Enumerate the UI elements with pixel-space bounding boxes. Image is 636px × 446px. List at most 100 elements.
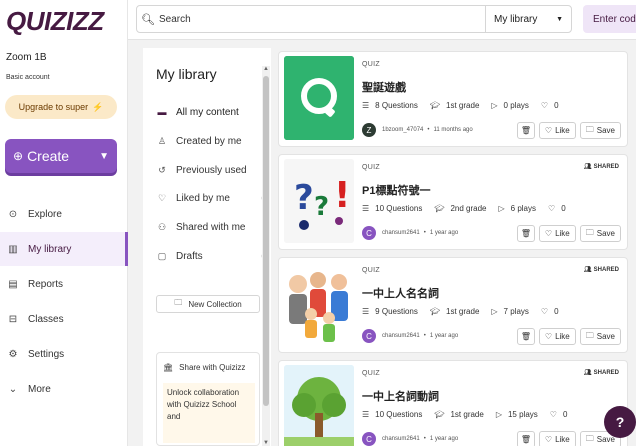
scrollbar-thumb[interactable] [263,76,269,406]
grade-level: 1st grade [450,410,484,419]
heart-icon: ♡ [540,101,549,110]
upgrade-button[interactable]: Upgrade to super ⚡ [5,95,117,119]
play-count: 6 plays [510,204,537,213]
delete-button[interactable]: 🗑︎ [516,431,535,446]
list-icon: ☰ [362,410,370,419]
quiz-title[interactable]: 聖誕遊戲 [362,79,406,95]
like-count: 0 [554,101,559,110]
shared-label: SHARED [593,163,619,170]
like-count: 0 [562,410,568,419]
quiz-card[interactable]: QUIZ 👥︎ SHARED 一中上人名名詞 ☰ 9 Questions 🎓︎ … [278,257,628,353]
owner-name[interactable]: chansum2641 [382,230,420,236]
heart-icon: ♡ [544,126,553,135]
share-title: Share with Quizizz [179,363,246,372]
grade-cap-icon: 🎓︎ [434,410,445,419]
save-button[interactable]: 🗀︎ Save [579,328,621,345]
account-type: Basic account [6,74,50,81]
like-button[interactable]: ♡ Like [538,328,576,345]
card-actions: 🗑︎ ♡ Like 🗀︎ Save [516,328,621,345]
library-item-label: Shared with me [176,221,246,233]
nav-classes[interactable]: ⊟ Classes [0,302,128,336]
search-input[interactable] [159,7,479,31]
avatar[interactable]: C [362,226,376,240]
trash-icon: 🗑︎ [520,332,531,341]
create-button[interactable]: ⊕ Create ▼ [5,139,117,173]
school-icon: 🏛︎ [163,363,174,372]
delete-button[interactable]: 🗑︎ [516,225,535,242]
library-item-label: Previously used [176,164,247,176]
like-label: Like [555,229,570,238]
avatar[interactable]: Z [362,123,376,137]
like-button[interactable]: ♡ Like [538,225,576,242]
quiz-title[interactable]: P1標點符號一 [362,182,430,198]
like-button[interactable]: ♡ Like [538,431,576,446]
save-button[interactable]: 🗀︎ Save [579,225,621,242]
list-icon: ☰ [362,101,370,110]
list-icon: ☰ [362,307,370,316]
app-root: QUIZIZZ Zoom 1B Basic account Upgrade to… [0,0,636,446]
heart-icon: ♡ [544,435,553,444]
library-item-shared-with-me[interactable]: ⚇ Shared with me [156,215,266,239]
library-panel: My library ▬ All my content ♙ Created by… [143,48,271,446]
library-item-all-content[interactable]: ▬ All my content [156,100,266,124]
gear-icon: ⚙ [8,348,18,360]
grade-level: 1st grade [446,307,480,316]
nav-more[interactable]: ⌄ More [0,372,128,406]
quiz-card[interactable]: QUIZ 👥︎ SHARED 一中上名詞動詞 ☰ 10 Questions 🎓︎… [278,360,628,446]
nav-settings[interactable]: ⚙ Settings [0,337,128,371]
scroll-up-arrow-icon[interactable]: ▲ [262,66,270,72]
nav-reports-label: Reports [28,278,64,290]
quiz-card[interactable]: QUIZ 聖誕遊戲 ☰ 8 Questions 🎓︎ 1st grade ▷ 0… [278,51,628,147]
save-button[interactable]: 🗀︎ Save [579,122,621,139]
like-count: 0 [554,307,559,316]
share-header: 🏛︎ Share with Quizizz [163,363,245,372]
compass-icon: ⊙ [8,208,18,220]
scroll-down-arrow-icon[interactable]: ▼ [262,440,270,446]
share-promo-text: Unlock collaboration with Quizizz School… [163,383,255,443]
content-icon: ▬ [157,107,167,117]
library-item-previously-used[interactable]: ↺ Previously used [156,158,266,182]
avatar[interactable]: C [362,329,376,343]
quiz-card-list: QUIZ 聖誕遊戲 ☰ 8 Questions 🎓︎ 1st grade ▷ 0… [278,48,636,446]
top-bar: 🔍︎ My library ▼ Enter code [128,0,636,40]
library-item-created-by-me[interactable]: ♙ Created by me [156,129,266,153]
help-chat-button[interactable]: ? [604,406,636,438]
play-icon: ▷ [498,204,505,213]
question-exclamation-art-icon: ? ? ! [284,159,354,243]
grade-cap-icon: 🎓︎ [429,101,441,110]
owner-name[interactable]: chansum2641 [382,333,420,339]
search-scope-value: My library [494,13,538,25]
grade-cap-icon: 🎓︎ [434,204,445,213]
nav-settings-label: Settings [28,348,65,360]
heart-icon: ♡ [548,204,556,213]
nav-reports[interactable]: ▤ Reports [0,267,128,301]
owner-name[interactable]: chansum2641 [382,436,420,442]
folder-icon: 🗀︎ [585,124,594,134]
library-item-drafts[interactable]: ▢ Drafts 0 [156,244,266,268]
nav-more-label: More [28,383,51,395]
people-icon: 👥︎ [584,370,592,376]
nav-explore[interactable]: ⊙ Explore [0,197,128,231]
quiz-title[interactable]: 一中上人名名詞 [362,285,439,301]
library-scrollbar[interactable]: ▲ ▼ [262,66,270,446]
chevron-down-icon[interactable]: ▼ [99,151,109,162]
delete-button[interactable]: 🗑︎ [516,122,535,139]
new-collection-button[interactable]: 🗀︎ New Collection [156,295,260,313]
library-item-liked-by-me[interactable]: ♡ Liked by me 0 [156,186,266,210]
history-icon: ↺ [158,164,166,175]
quiz-title[interactable]: 一中上名詞動詞 [362,388,439,404]
avatar[interactable]: C [362,432,376,446]
left-sidebar: QUIZIZZ Zoom 1B Basic account Upgrade to… [0,0,128,446]
quiz-card[interactable]: ? ? ! QUIZ 👥︎ SHARED P1標點符號一 ☰ 10 Questi… [278,154,628,250]
nav-my-library[interactable]: ▥ My library [0,232,128,266]
heart-icon: ♡ [549,410,557,419]
content-type-label: QUIZ [362,164,380,171]
save-label: Save [596,126,615,135]
quizizz-logo[interactable]: QUIZIZZ [6,6,104,37]
enter-code-button[interactable]: Enter code [583,5,636,33]
search-scope-dropdown[interactable]: My library ▼ [485,6,571,32]
like-button[interactable]: ♡ Like [538,122,576,139]
heart-icon: ♡ [544,332,553,341]
delete-button[interactable]: 🗑︎ [516,328,535,345]
owner-name[interactable]: 1bzoom_47074 [382,127,423,133]
